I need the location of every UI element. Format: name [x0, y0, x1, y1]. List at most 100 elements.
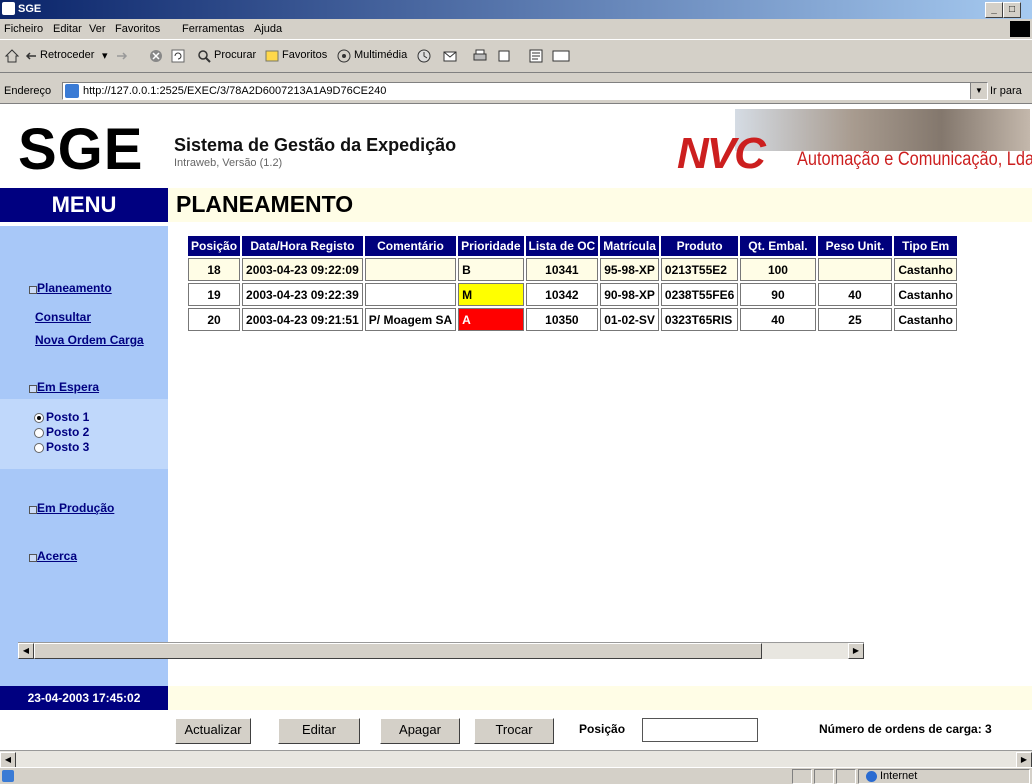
cell-produto: 0323T65RIS — [660, 308, 739, 331]
page-scroll-right-icon[interactable]: ▶ — [1016, 752, 1032, 768]
discuss-icon[interactable] — [528, 48, 544, 64]
scroll-left-icon[interactable]: ◀ — [18, 643, 34, 659]
page-horizontal-scrollbar[interactable]: ◀ ▶ — [0, 750, 1032, 768]
address-input[interactable]: http://127.0.0.1:2525/EXEC/3/78A2D600721… — [62, 82, 988, 100]
table-row[interactable]: 20 2003-04-23 09:21:51 P/ Moagem SA A 10350 0… — [188, 308, 958, 331]
menu-ficheiro[interactable]: Ficheiro — [4, 23, 43, 35]
forward-arrow-icon[interactable] — [114, 48, 130, 64]
search-icon[interactable] — [196, 48, 212, 64]
window-title: SGE — [18, 3, 42, 15]
position-input[interactable] — [642, 718, 758, 742]
scroll-right-icon[interactable]: ▶ — [848, 643, 864, 659]
mail-icon[interactable] — [442, 48, 458, 64]
bullet-icon — [29, 286, 37, 294]
nav-acerca[interactable]: Acerca — [37, 549, 77, 563]
col-peso-unit[interactable]: Peso Unit. — [817, 236, 893, 256]
col-comentario[interactable]: Comentário — [364, 236, 457, 256]
radio-posto-1[interactable]: Posto 1 — [34, 410, 89, 424]
back-arrow-icon[interactable] — [24, 48, 40, 64]
minimize-button[interactable]: _ — [985, 2, 1003, 18]
cell-prioridade: A — [458, 308, 524, 331]
history-icon[interactable] — [416, 48, 432, 64]
cell-matricula: 95-98-XP — [600, 258, 659, 281]
web-page: SGE Sistema de Gestão da Expedição Intra… — [0, 104, 1032, 750]
print-icon[interactable] — [472, 48, 488, 64]
industrial-photo — [735, 109, 1030, 151]
cell-posicao: 19 — [188, 283, 241, 306]
menu-favoritos[interactable]: Favoritos — [115, 23, 160, 35]
cell-matricula: 01-02-SV — [600, 308, 659, 331]
cell-peso-unit — [817, 258, 893, 281]
load-orders-table: Posição Data/Hora Registo Comentário Pri… — [186, 234, 959, 333]
internet-zone-icon — [866, 771, 877, 782]
go-button[interactable]: Ir para — [990, 85, 1022, 97]
nav-em-producao[interactable]: Em Produção — [37, 501, 114, 515]
nav-planeamento[interactable]: Planeamento — [37, 281, 112, 295]
edit-page-icon[interactable] — [496, 48, 512, 64]
cell-produto: 0213T55E2 — [660, 258, 739, 281]
edit-button[interactable]: Editar — [278, 718, 360, 744]
favorites-button[interactable]: Favoritos — [282, 49, 327, 61]
status-cell — [792, 769, 812, 784]
menu-ferramentas[interactable]: Ferramentas — [182, 23, 244, 35]
menu-ajuda[interactable]: Ajuda — [254, 23, 282, 35]
col-matricula[interactable]: Matrícula — [600, 236, 659, 256]
horizontal-scrollbar[interactable]: ◀ ▶ — [18, 642, 864, 659]
page-title: PLANEAMENTO — [176, 191, 354, 217]
bullet-icon — [29, 554, 37, 562]
refresh-button[interactable]: Actualizar — [175, 718, 251, 744]
cell-prioridade: B — [458, 258, 524, 281]
nav-consultar[interactable]: Consultar — [35, 310, 91, 324]
radio-posto-3[interactable]: Posto 3 — [34, 440, 89, 454]
cell-comentario — [364, 258, 457, 281]
stop-icon[interactable] — [148, 48, 164, 64]
messenger-icon[interactable] — [552, 48, 570, 64]
col-qt-embal[interactable]: Qt. Embal. — [740, 236, 816, 256]
back-dropdown-icon[interactable]: ▾ — [102, 49, 108, 62]
scroll-thumb[interactable] — [34, 643, 762, 659]
cell-tipo-em: Castanho — [894, 283, 958, 306]
table-row[interactable]: 19 2003-04-23 09:22:39 M 10342 90-98-XP 0238T… — [188, 283, 958, 306]
main-content: Posição Data/Hora Registo Comentário Pri… — [168, 226, 1032, 686]
col-produto[interactable]: Produto — [660, 236, 739, 256]
menu-editar[interactable]: Editar — [53, 23, 82, 35]
swap-button[interactable]: Trocar — [474, 718, 554, 744]
cell-lista-oc: 10342 — [525, 283, 599, 306]
maximize-button[interactable]: □ — [1003, 2, 1021, 18]
status-cell — [836, 769, 856, 784]
col-data-hora[interactable]: Data/Hora Registo — [242, 236, 363, 256]
back-button[interactable]: Retroceder — [40, 49, 94, 61]
col-posicao[interactable]: Posição — [188, 236, 241, 256]
cell-posicao: 20 — [188, 308, 241, 331]
radio-unchecked-icon — [34, 427, 44, 438]
cell-tipo-em: Castanho — [894, 308, 958, 331]
cell-posicao: 18 — [188, 258, 241, 281]
delete-button[interactable]: Apagar — [380, 718, 460, 744]
cell-lista-oc: 10341 — [525, 258, 599, 281]
status-cell — [814, 769, 834, 784]
info-strip — [168, 686, 1032, 710]
col-prioridade[interactable]: Prioridade — [458, 236, 524, 256]
cell-matricula: 90-98-XP — [600, 283, 659, 306]
menu-ver[interactable]: Ver — [89, 23, 106, 35]
col-tipo-em[interactable]: Tipo Em — [894, 236, 958, 256]
favorites-icon[interactable] — [264, 48, 280, 64]
address-dropdown-icon[interactable]: ▼ — [970, 83, 987, 99]
home-icon[interactable] — [4, 48, 20, 64]
table-header-row: Posição Data/Hora Registo Comentário Pri… — [188, 236, 958, 256]
page-scroll-left-icon[interactable]: ◀ — [0, 752, 16, 768]
nav-nova-ordem-carga[interactable]: Nova Ordem Carga — [35, 333, 144, 347]
sge-logo: SGE — [18, 117, 144, 182]
search-button[interactable]: Procurar — [214, 49, 256, 61]
page-header: SGE Sistema de Gestão da Expedição Intra… — [0, 104, 1032, 184]
refresh-icon[interactable] — [170, 48, 186, 64]
cell-tipo-em: Castanho — [894, 258, 958, 281]
media-button[interactable]: Multimédia — [354, 49, 407, 61]
cell-data-hora: 2003-04-23 09:21:51 — [242, 308, 363, 331]
table-row[interactable]: 18 2003-04-23 09:22:09 B 10341 95-98-XP 0213T… — [188, 258, 958, 281]
nav-em-espera[interactable]: Em Espera — [37, 380, 99, 394]
media-icon[interactable] — [336, 48, 352, 64]
cell-prioridade: M — [458, 283, 524, 306]
radio-posto-2[interactable]: Posto 2 — [34, 425, 89, 439]
col-lista-oc[interactable]: Lista de OC — [525, 236, 599, 256]
